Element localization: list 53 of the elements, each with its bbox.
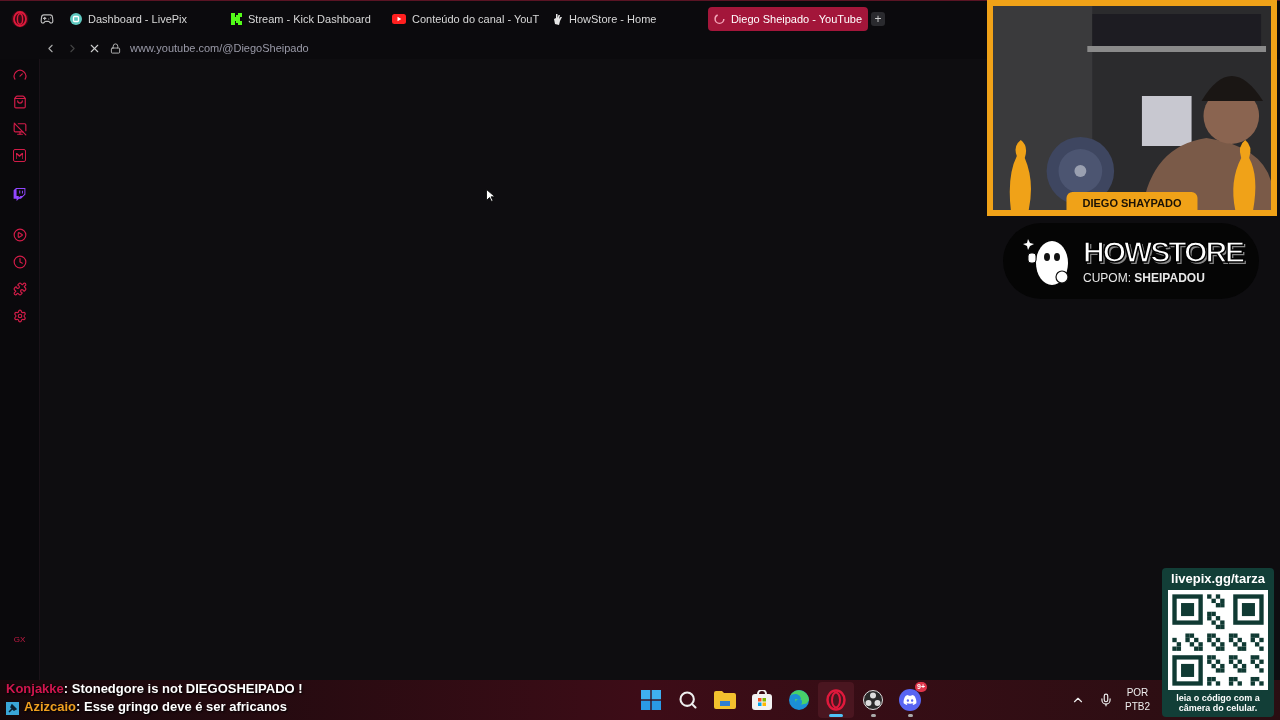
settings-icon[interactable] [12,309,27,323]
loading-spinner-icon [714,13,725,25]
k-logo-icon [231,13,242,25]
new-tab-button[interactable]: + [871,12,885,26]
monitor-icon[interactable] [12,122,27,136]
play-icon[interactable] [12,228,27,242]
opera-logo-icon [826,689,846,711]
cursor-icon [486,189,495,202]
shopping-bag-icon [752,690,772,710]
coupon-text: CUPOM: SHEIPADOU [1083,270,1206,287]
keyboard-layout-label[interactable]: PTB2 [1125,700,1150,714]
livepix-icon [70,13,82,25]
discord-logo-icon [899,689,921,711]
twitch-logo-icon[interactable] [13,188,26,201]
browser-tab[interactable]: Dashboard - LivePix [64,7,224,31]
windows-logo-icon [641,690,661,710]
clock-icon[interactable] [12,255,27,269]
browser-tab[interactable]: Conteúdo do canal - YouT [386,7,546,31]
gamepad-icon[interactable] [40,12,54,26]
tab-title: Diego Sheipado - YouTube [730,11,862,27]
chat-message: Azizcaio: Esse gringo deve é ser africanos [6,698,316,716]
scan-caption: leia o código com a câmera do celular. [1175,693,1261,713]
hand-icon [553,13,563,25]
browser-tab[interactable]: HowStore - Home [547,7,707,31]
puzzle-icon[interactable] [12,282,27,296]
speedometer-icon[interactable] [12,68,27,82]
name-tag: DIEGO SHAYPADO [1066,191,1198,213]
m-logo-icon[interactable] [13,149,26,162]
search-icon [678,690,698,710]
tab-title: Stream - Kick Dashboard [248,11,371,27]
edge-logo-icon [789,690,809,710]
obs-logo-icon [863,690,883,710]
tab-title: Conteúdo do canal - YouT [412,11,540,27]
chat-message: Konjakke: Stonedgore is not DIEGOSHEIPADO ! [6,680,304,698]
shopping-bag-icon[interactable] [12,95,27,109]
donation-url: livepix.gg/tarza [1171,571,1265,587]
opera-logo-icon[interactable] [11,10,29,28]
tab-title: Dashboard - LivePix [88,11,188,27]
address-field[interactable]: www.youtube.com/@DiegoSheipado [130,39,309,57]
taskbar-app[interactable] [818,682,854,718]
folder-icon [714,691,736,709]
play-logo-icon [392,14,406,24]
language-label[interactable]: POR [1126,686,1149,700]
browser-tab[interactable]: Stream - Kick Dashboard [225,7,385,31]
running-indicator [829,714,843,717]
lock-icon [110,42,121,54]
microphone-icon[interactable] [1099,693,1113,707]
browser-tab[interactable]: Diego Sheipado - YouTube [708,7,868,31]
tab-title: HowStore - Home [569,11,657,27]
running-indicator [870,714,876,717]
running-indicator [907,714,913,717]
sidebar-footer-text: GX [13,634,26,646]
brand-logo-text: HOWSTORE [1083,235,1244,269]
